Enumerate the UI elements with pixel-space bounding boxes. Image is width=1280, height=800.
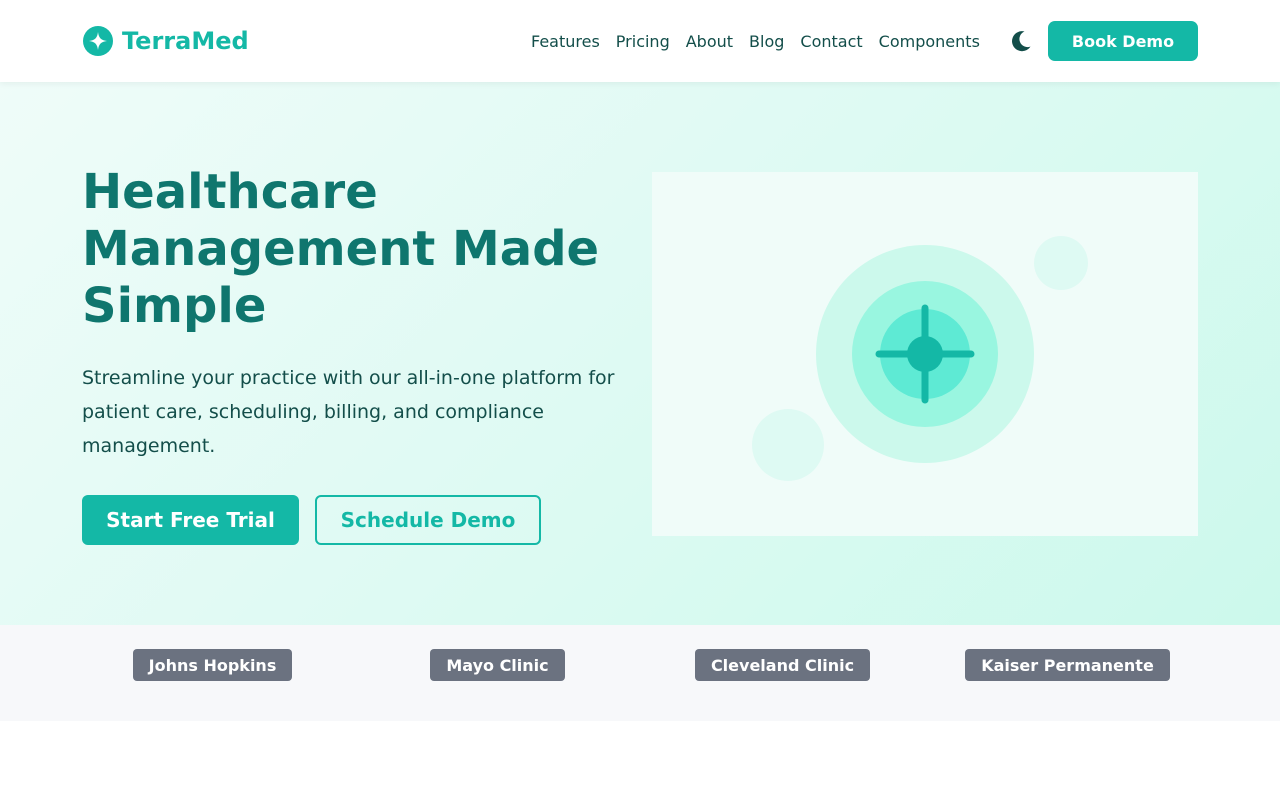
sparkle-logo-icon bbox=[83, 26, 113, 56]
brand-logo[interactable]: TerraMed bbox=[83, 25, 249, 57]
partner-badge-cleveland-clinic: Cleveland Clinic bbox=[695, 649, 870, 681]
moon-icon bbox=[1012, 31, 1031, 52]
hero-description: Streamline your practice with our all-in… bbox=[82, 367, 615, 457]
hero-section: Healthcare Management Made Simple Stream… bbox=[0, 82, 1280, 625]
theme-toggle-button[interactable] bbox=[1008, 28, 1034, 54]
nav-link-pricing[interactable]: Pricing bbox=[616, 32, 670, 51]
nav-link-about[interactable]: About bbox=[686, 32, 733, 51]
partner-badge-kaiser-permanente: Kaiser Permanente bbox=[965, 649, 1170, 681]
schedule-demo-button[interactable]: Schedule Demo bbox=[315, 495, 541, 545]
nav-link-contact[interactable]: Contact bbox=[800, 32, 862, 51]
hero-illustration bbox=[652, 172, 1198, 536]
partner-badge-mayo-clinic: Mayo Clinic bbox=[430, 649, 565, 681]
site-header: TerraMed Features Pricing About Blog Con… bbox=[0, 0, 1280, 82]
brand-name: TerraMed bbox=[122, 27, 249, 55]
nav-link-components[interactable]: Components bbox=[879, 32, 980, 51]
nav-link-features[interactable]: Features bbox=[531, 32, 600, 51]
partner-logos-section: Johns Hopkins Mayo Clinic Cleveland Clin… bbox=[0, 625, 1280, 721]
partner-badge-johns-hopkins: Johns Hopkins bbox=[133, 649, 292, 681]
medical-cross-icon bbox=[752, 236, 1088, 481]
main-nav: Features Pricing About Blog Contact Comp… bbox=[531, 30, 980, 52]
hero-title: Healthcare Management Made Simple bbox=[82, 164, 600, 334]
start-free-trial-button[interactable]: Start Free Trial bbox=[82, 495, 299, 545]
book-demo-button[interactable]: Book Demo bbox=[1048, 21, 1198, 61]
nav-link-blog[interactable]: Blog bbox=[749, 32, 784, 51]
